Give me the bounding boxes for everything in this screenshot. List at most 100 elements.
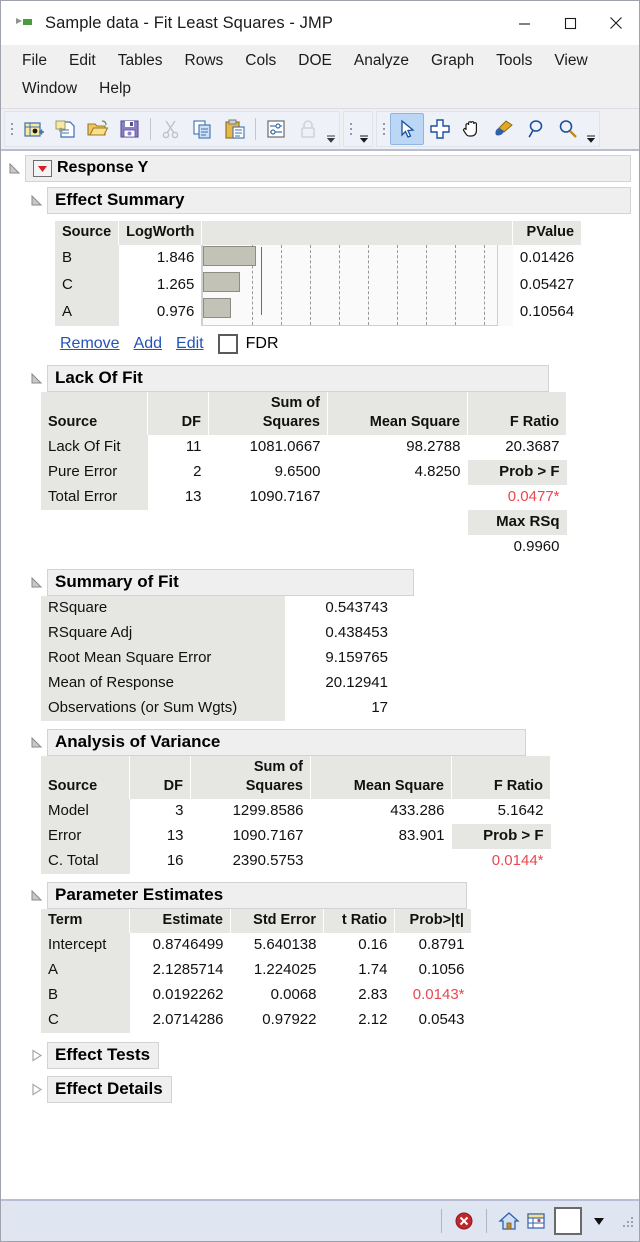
minimize-button[interactable]	[501, 1, 547, 45]
menu-tables[interactable]: Tables	[107, 47, 174, 75]
analysis-of-variance-section-header[interactable]: Analysis of Variance	[47, 729, 526, 756]
color-swatch-icon[interactable]	[551, 1207, 585, 1235]
lasso-tool-icon[interactable]	[520, 114, 552, 144]
disclosure-triangle-open-icon[interactable]	[30, 889, 43, 902]
disclosure-triangle-open-icon[interactable]	[8, 162, 21, 175]
stop-icon[interactable]	[450, 1207, 478, 1235]
menu-window[interactable]: Window	[11, 75, 88, 103]
toolbar	[1, 108, 639, 151]
toolbar-separator	[255, 118, 256, 140]
cell-t-ratio: 2.12	[358, 1011, 388, 1028]
cell-mean-square	[328, 485, 468, 510]
col-logworth: LogWorth	[118, 221, 203, 245]
cell-prob-f-label: Prob > F	[451, 824, 551, 849]
toolbar-grip-icon[interactable]	[347, 118, 355, 140]
cell-source: Error	[41, 824, 130, 849]
close-button[interactable]	[593, 1, 639, 45]
menu-view[interactable]: View	[543, 47, 598, 75]
red-triangle-menu-icon[interactable]	[33, 159, 52, 177]
toolbar-grip-icon[interactable]	[380, 118, 388, 140]
disclosure-triangle-open-icon[interactable]	[30, 194, 43, 207]
edit-link[interactable]: Edit	[176, 335, 204, 353]
disclosure-triangle-closed-icon[interactable]	[30, 1083, 43, 1096]
col-source: Source	[41, 392, 148, 435]
data-table-icon[interactable]	[523, 1207, 551, 1235]
disclosure-triangle-open-icon[interactable]	[30, 736, 43, 749]
cell-source: Lack Of Fit	[41, 435, 148, 460]
dropdown-arrow-icon[interactable]	[585, 1207, 613, 1235]
col-df: DF	[147, 392, 209, 435]
open-icon[interactable]	[82, 114, 114, 144]
new-script-icon[interactable]	[50, 114, 82, 144]
cell-prob-t: 0.0543	[418, 1011, 465, 1028]
copy-icon[interactable]	[187, 114, 219, 144]
hand-tool-icon[interactable]	[456, 114, 488, 144]
menu-cols[interactable]: Cols	[234, 47, 287, 75]
col-df: DF	[129, 756, 191, 799]
max-rsq-label: Max RSq	[467, 510, 567, 535]
brush-tool-icon[interactable]	[488, 114, 520, 144]
response-outline-row: Response Y	[1, 155, 639, 182]
lack-of-fit-table: Source DF Sum of Squares Mean Square F R…	[41, 392, 567, 560]
col-sum-of-squares: Sum of Squares	[208, 392, 328, 435]
cell-logworth: 1.265	[156, 276, 195, 293]
effect-summary-chart-cell	[201, 245, 513, 326]
cell-df: 3	[175, 802, 184, 819]
paste-icon[interactable]	[219, 114, 251, 144]
table-header-row: Source DF Sum of Squares Mean Square F R…	[41, 392, 567, 435]
effect-tests-section-header[interactable]: Effect Tests	[47, 1042, 160, 1069]
menu-analyze[interactable]: Analyze	[343, 47, 420, 75]
menu-help[interactable]: Help	[88, 75, 142, 103]
magnifier-tool-icon[interactable]	[552, 114, 584, 144]
toolbar-grip-icon[interactable]	[8, 118, 16, 140]
menu-graph[interactable]: Graph	[420, 47, 485, 75]
cell-sum-of-squares: 1081.0667	[249, 438, 321, 455]
save-icon[interactable]	[114, 114, 146, 144]
table-header-row: Term Estimate Std Error t Ratio Prob>|t|	[41, 909, 472, 933]
disclosure-triangle-open-icon[interactable]	[30, 372, 43, 385]
lack-of-fit-body: Source DF Sum of Squares Mean Square F R…	[1, 392, 639, 560]
menu-doe[interactable]: DOE	[287, 47, 343, 75]
toolbar-overflow-icon[interactable]	[584, 113, 598, 146]
table-header-row: Source DF Sum of Squares Mean Square F R…	[41, 756, 551, 799]
lock-icon[interactable]	[292, 114, 324, 144]
response-section-header[interactable]: Response Y	[25, 155, 631, 182]
data-filter-icon[interactable]	[260, 114, 292, 144]
jmp-icon	[15, 15, 35, 31]
disclosure-triangle-closed-icon[interactable]	[30, 1049, 43, 1062]
menu-rows[interactable]: Rows	[174, 47, 235, 75]
col-source: Source	[55, 221, 120, 245]
effect-summary-section-header[interactable]: Effect Summary	[47, 187, 631, 214]
col-f-ratio: F Ratio	[467, 392, 567, 435]
effect-summary-outline-row: Effect Summary	[1, 187, 639, 214]
significance-reference-line	[261, 247, 263, 315]
label-mean-of-response: Mean of Response	[41, 671, 285, 696]
effect-summary-actions: Remove Add Edit FDR	[60, 334, 639, 354]
maximize-button[interactable]	[547, 1, 593, 45]
table-row: Total Error 13 1090.7167 0.0477*	[41, 485, 567, 510]
fdr-checkbox[interactable]	[217, 334, 238, 354]
lack-of-fit-section-header[interactable]: Lack Of Fit	[47, 365, 549, 392]
label-rsquare: RSquare	[41, 596, 285, 621]
home-icon[interactable]	[495, 1207, 523, 1235]
table-row[interactable]: B 1.846 0.01426	[55, 245, 581, 326]
arrow-tool-icon[interactable]	[390, 113, 424, 145]
summary-of-fit-body: RSquare 0.543743 RSquare Adj 0.438453 Ro…	[1, 596, 639, 721]
effect-details-section-header[interactable]: Effect Details	[47, 1076, 172, 1103]
resize-grip[interactable]	[619, 1213, 635, 1229]
toolbar-overflow-icon[interactable]	[324, 113, 338, 146]
disclosure-triangle-open-icon[interactable]	[30, 576, 43, 589]
remove-link[interactable]: Remove	[60, 335, 120, 353]
menu-tools[interactable]: Tools	[485, 47, 543, 75]
parameter-estimates-section-header[interactable]: Parameter Estimates	[47, 882, 467, 909]
table-row: Error 13 1090.7167 83.901 Prob > F	[41, 824, 551, 849]
menu-file[interactable]: File	[11, 47, 58, 75]
add-link[interactable]: Add	[134, 335, 162, 353]
summary-of-fit-section-header[interactable]: Summary of Fit	[47, 569, 414, 596]
menu-edit[interactable]: Edit	[58, 47, 107, 75]
crosshair-tool-icon[interactable]	[424, 114, 456, 144]
logworth-bar-chart	[202, 245, 499, 326]
toolbar-overflow-icon[interactable]	[357, 113, 371, 146]
new-data-table-icon[interactable]	[18, 114, 50, 144]
cut-icon[interactable]	[155, 114, 187, 144]
